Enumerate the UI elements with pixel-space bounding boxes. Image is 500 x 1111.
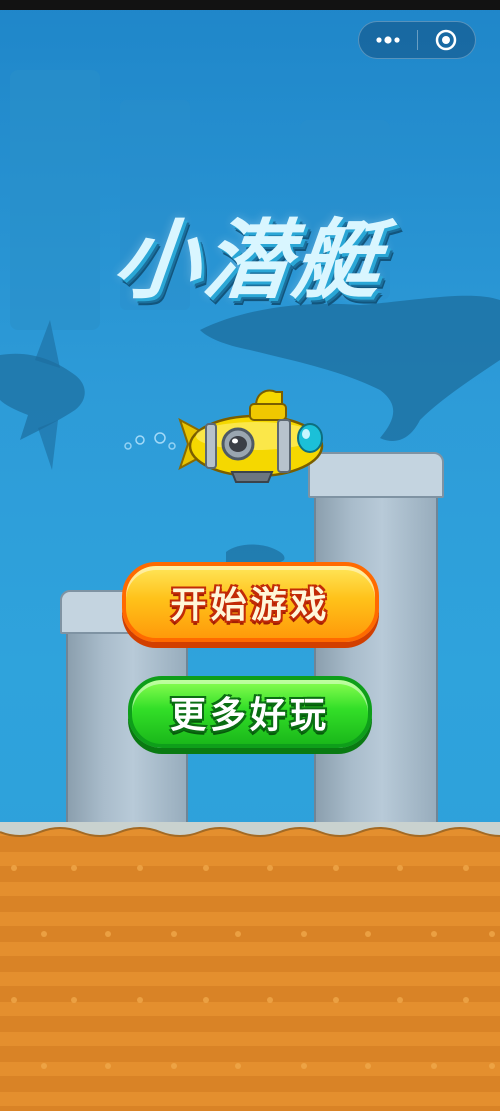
more-menu-button[interactable] <box>359 22 417 58</box>
bubble <box>154 432 166 444</box>
ground-pebbles <box>11 865 495 1069</box>
bubble <box>135 435 145 445</box>
right-pillar-cap <box>308 452 444 498</box>
start-game-button[interactable]: 开始游戏 <box>122 562 379 642</box>
ground-edge <box>0 822 500 836</box>
close-miniprogram-button[interactable] <box>417 22 475 58</box>
miniprogram-capsule <box>358 21 476 59</box>
game-title: 小潜艇 <box>108 211 390 311</box>
ground-decoration <box>0 822 500 1069</box>
submarine <box>178 389 324 483</box>
game-screen: 小潜艇 开始游戏 更多好玩 <box>0 0 500 1111</box>
more-games-button[interactable]: 更多好玩 <box>128 676 372 748</box>
start-game-label: 开始游戏 <box>170 585 331 626</box>
more-games-label: 更多好玩 <box>169 695 330 736</box>
right-pillar <box>314 480 438 834</box>
more-dots-icon <box>376 36 400 44</box>
target-close-icon <box>435 29 457 51</box>
bubble <box>124 442 132 450</box>
